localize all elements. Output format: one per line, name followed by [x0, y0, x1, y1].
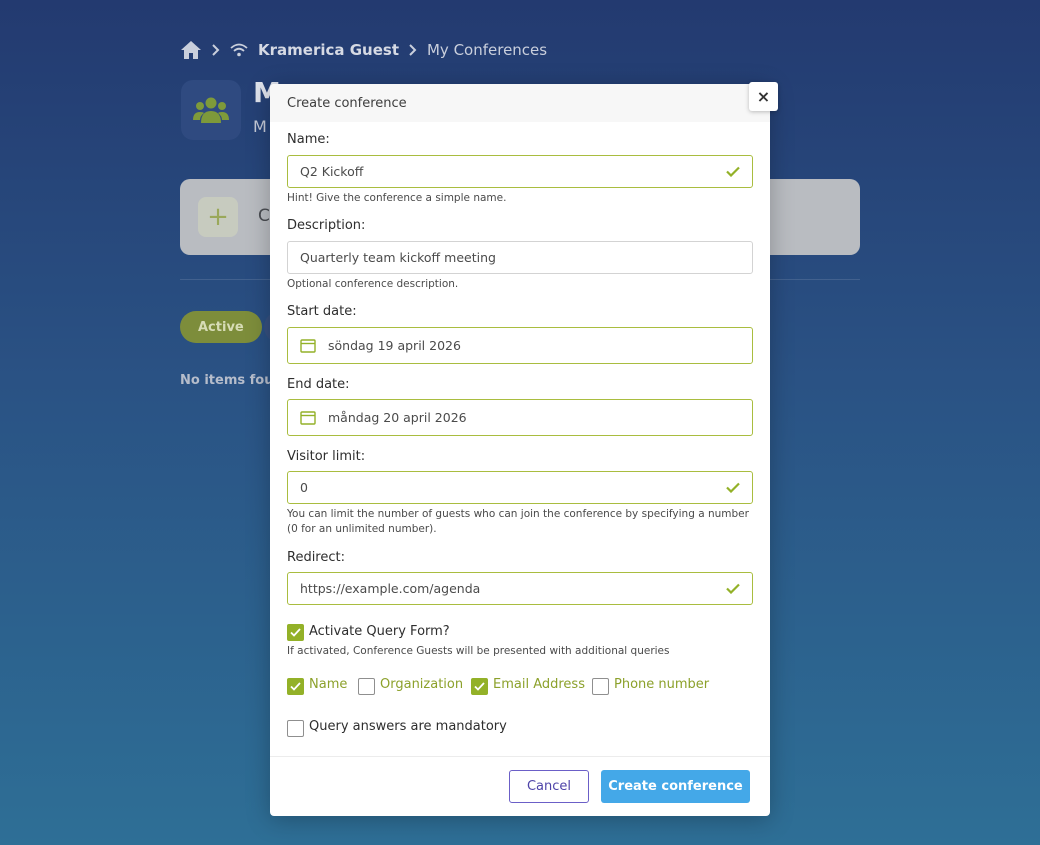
start-date-input[interactable]: söndag 19 april 2026 [287, 327, 753, 364]
empty-state-text: No items four [180, 373, 280, 388]
cancel-button[interactable]: Cancel [509, 770, 589, 803]
checkmark-icon [474, 682, 485, 691]
close-icon: × [756, 87, 771, 106]
checkmark-icon [290, 628, 301, 637]
redirect-value: https://example.com/agenda [300, 581, 481, 596]
activate-query-form-label: Activate Query Form? [309, 624, 450, 639]
modal-footer-divider [270, 756, 770, 757]
name-input-value: Q2 Kickoff [300, 164, 364, 179]
valid-check-icon [726, 583, 740, 594]
breadcrumb-current: My Conferences [426, 41, 548, 59]
activate-query-form-checkbox[interactable] [287, 624, 304, 641]
wifi-icon [230, 43, 248, 57]
filter-active-button[interactable]: Active [180, 311, 262, 343]
query-option-organization-label: Organization [380, 677, 464, 692]
query-option-name-checkbox[interactable] [287, 678, 304, 695]
redirect-label: Redirect: [287, 550, 345, 565]
start-date-value: söndag 19 april 2026 [328, 338, 461, 353]
calendar-icon [300, 410, 316, 425]
page-subtitle: M [253, 117, 267, 136]
end-date-input[interactable]: måndag 20 april 2026 [287, 399, 753, 436]
query-option-phone-checkbox[interactable] [592, 678, 609, 695]
description-label: Description: [287, 218, 366, 233]
modal-title: Create conference [287, 95, 407, 111]
start-date-label: Start date: [287, 304, 357, 319]
create-conference-modal: Create conference × Name: Q2 Kickoff Hin… [270, 82, 778, 816]
breadcrumb: Kramerica Guest My Conferences [180, 38, 547, 62]
mandatory-answers-label: Query answers are mandatory [309, 719, 507, 734]
checkmark-icon [290, 682, 301, 691]
end-date-label: End date: [287, 377, 350, 392]
home-icon[interactable] [180, 40, 202, 60]
close-button[interactable]: × [749, 82, 778, 111]
visitor-limit-value: 0 [300, 480, 308, 495]
users-icon [181, 80, 241, 140]
description-input[interactable]: Quarterly team kickoff meeting [287, 241, 753, 274]
valid-check-icon [726, 166, 740, 177]
valid-check-icon [726, 482, 740, 493]
create-card-label: C [258, 206, 270, 226]
end-date-value: måndag 20 april 2026 [328, 410, 467, 425]
create-conference-button[interactable]: Create conference [601, 770, 750, 803]
modal-header: Create conference [270, 84, 770, 122]
name-hint: Hint! Give the conference a simple name. [287, 192, 507, 204]
query-option-name-label: Name [309, 677, 348, 692]
redirect-input[interactable]: https://example.com/agenda [287, 572, 753, 605]
query-option-email-checkbox[interactable] [471, 678, 488, 695]
visitor-limit-hint: You can limit the number of guests who c… [287, 508, 749, 535]
plus-icon: + [198, 197, 238, 237]
query-option-email-label: Email Address [493, 677, 585, 692]
visitor-limit-input[interactable]: 0 [287, 471, 753, 504]
query-option-organization-checkbox[interactable] [358, 678, 375, 695]
name-label: Name: [287, 132, 330, 147]
chevron-right-icon [212, 44, 220, 56]
name-input[interactable]: Q2 Kickoff [287, 155, 753, 188]
breadcrumb-network[interactable]: Kramerica Guest [258, 41, 399, 59]
description-hint: Optional conference description. [287, 278, 459, 290]
query-option-phone-label: Phone number [614, 677, 710, 692]
visitor-limit-label: Visitor limit: [287, 449, 366, 464]
description-input-value: Quarterly team kickoff meeting [300, 250, 496, 265]
query-form-hint: If activated, Conference Guests will be … [287, 645, 670, 657]
mandatory-answers-checkbox[interactable] [287, 720, 304, 737]
calendar-icon [300, 338, 316, 353]
chevron-right-icon [409, 44, 417, 56]
